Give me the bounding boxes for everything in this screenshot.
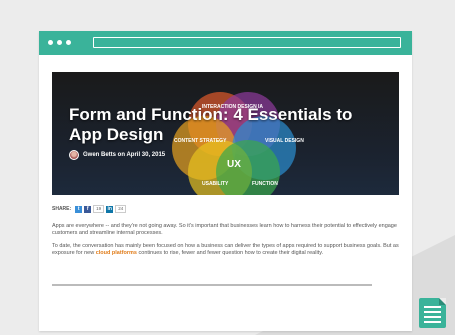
twitter-icon[interactable]: t <box>75 205 83 213</box>
window-dot-icon[interactable] <box>57 40 62 45</box>
hero-banner: INTERACTION DESIGN IA CONTENT STRATEGY V… <box>52 72 399 195</box>
browser-titlebar <box>39 31 412 55</box>
window-dot-icon[interactable] <box>66 40 71 45</box>
browser-window: INTERACTION DESIGN IA CONTENT STRATEGY V… <box>39 31 412 331</box>
facebook-icon[interactable]: f <box>84 205 92 213</box>
article-title: Form and Function: 4 Essentials to App D… <box>69 105 353 144</box>
article-text: continues to rise, fewer and fewer quest… <box>136 250 324 256</box>
author-byline: Gwen Betts on April 30, 2015 <box>69 150 165 160</box>
facebook-share-count: 19 <box>93 205 105 213</box>
document-line-icon <box>424 316 441 318</box>
venn-label-usability: USABILITY <box>202 181 229 187</box>
truncated-line-bar <box>52 284 372 286</box>
article-paragraph: To date, the conversation has mainly bee… <box>52 243 402 257</box>
linkedin-share-count: 24 <box>115 205 127 213</box>
document-icon <box>419 298 446 328</box>
window-controls[interactable] <box>48 40 71 45</box>
document-line-icon <box>424 321 441 323</box>
author-avatar[interactable] <box>69 150 79 160</box>
cloud-platforms-link[interactable]: cloud platforms <box>96 250 137 256</box>
share-label: SHARE: <box>52 206 72 212</box>
author-text: Gwen Betts on April 30, 2015 <box>83 152 166 158</box>
venn-center-label: UX <box>227 159 241 170</box>
article-body: Apps are everywhere -- and they're not g… <box>52 223 402 263</box>
linkedin-icon[interactable]: in <box>106 205 114 213</box>
window-dot-icon[interactable] <box>48 40 53 45</box>
document-fold <box>439 298 446 305</box>
truncated-text-line <box>52 284 372 286</box>
share-bar: SHARE: t f 19 in 24 <box>52 205 127 213</box>
venn-label-function: FUNCTION <box>252 181 278 187</box>
article-paragraph: Apps are everywhere -- and they're not g… <box>52 223 397 236</box>
document-line-icon <box>424 306 441 308</box>
address-bar[interactable] <box>93 37 401 48</box>
document-line-icon <box>424 311 441 313</box>
